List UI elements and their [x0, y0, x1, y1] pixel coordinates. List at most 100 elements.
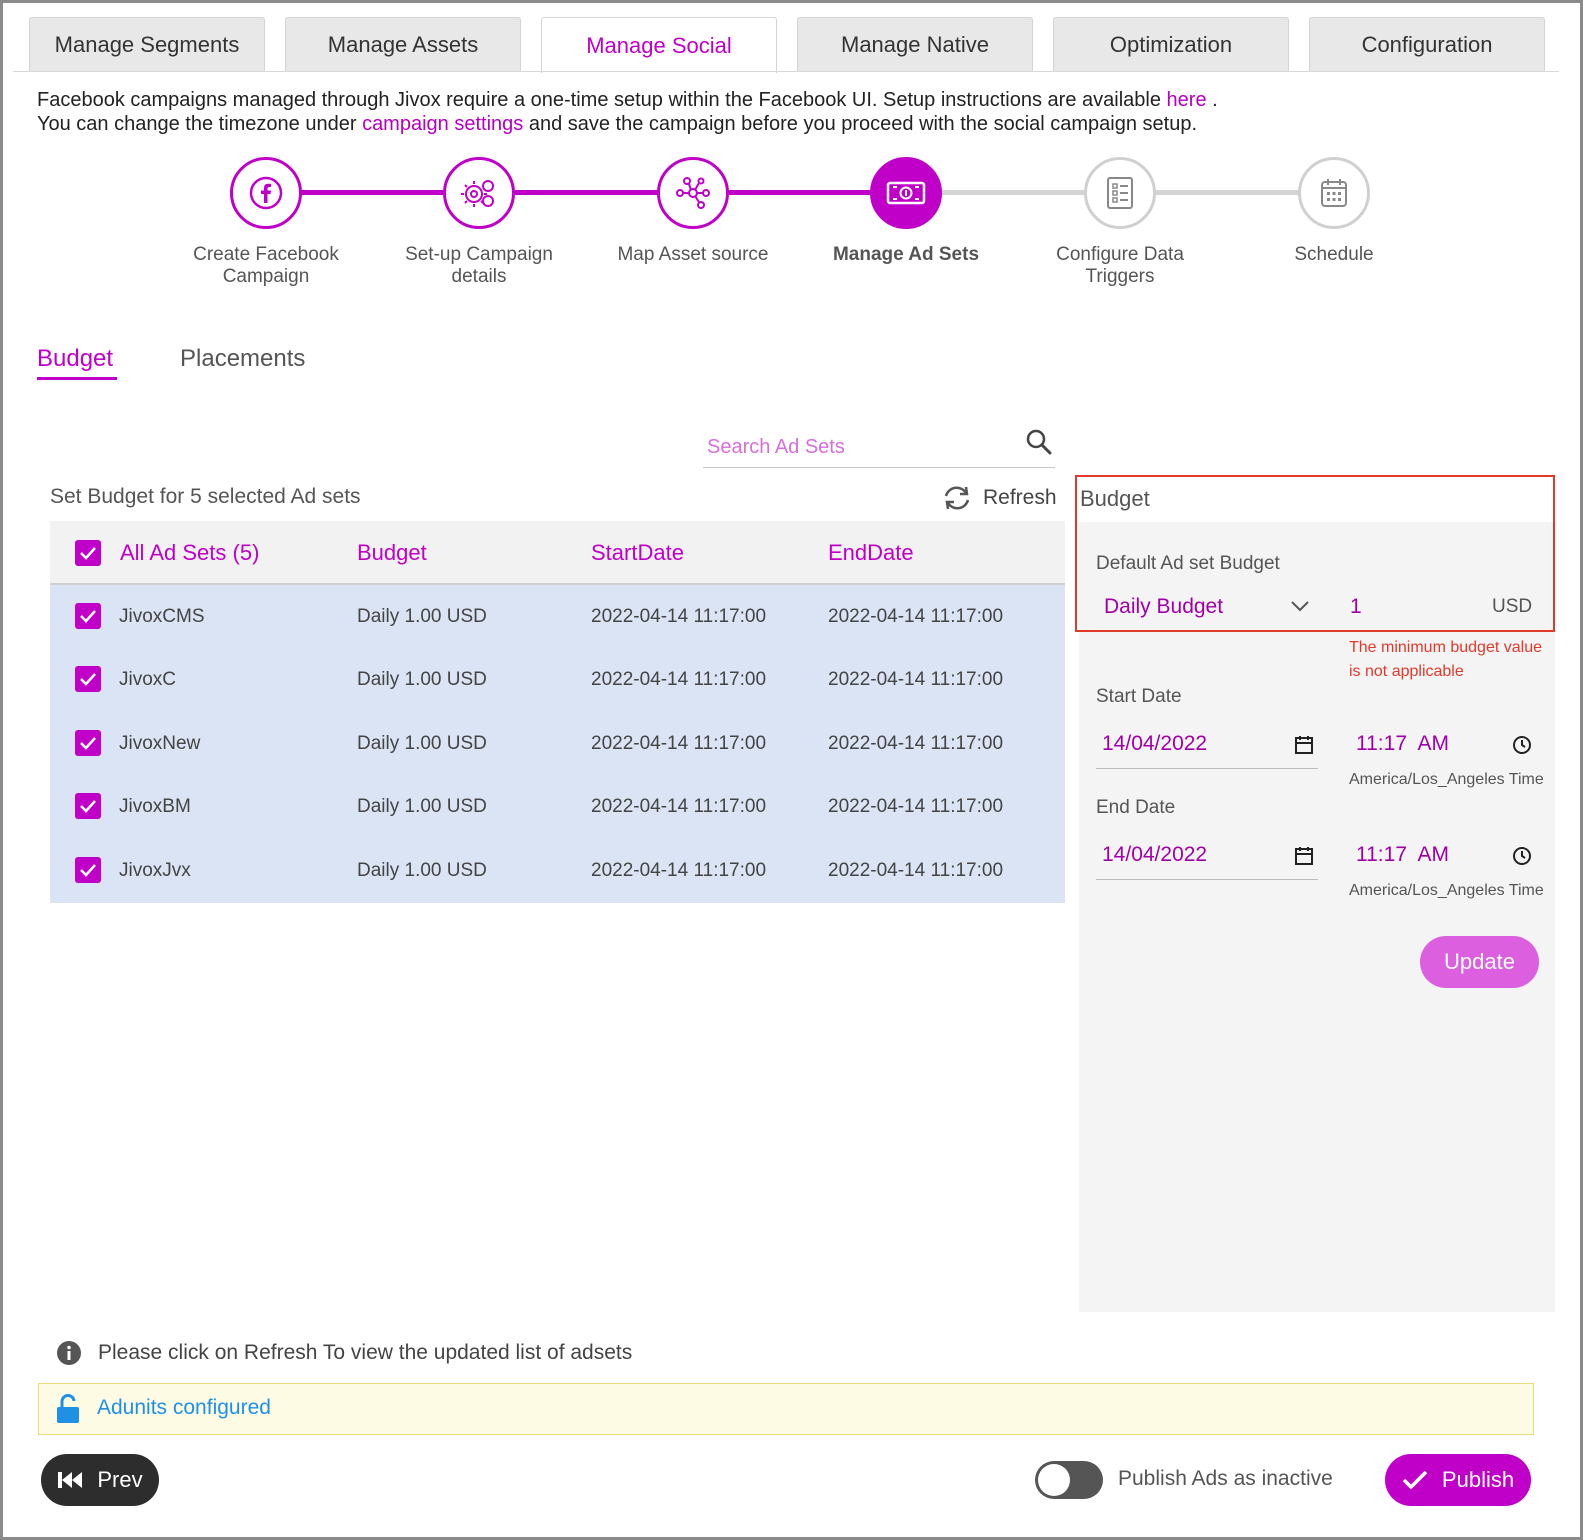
cell-name: JivoxBM: [119, 795, 191, 817]
step-map-asset-source[interactable]: [657, 157, 729, 229]
row-checkbox[interactable]: [75, 857, 101, 883]
row-checkbox[interactable]: [75, 666, 101, 692]
cell-name: JivoxCMS: [119, 605, 205, 627]
table-row[interactable]: JivoxNew Daily 1.00 USD 2022-04-14 11:17…: [50, 712, 1065, 775]
start-date-value: 14/04/2022: [1102, 732, 1208, 755]
header-budget[interactable]: Budget: [357, 521, 427, 585]
cell-name: JivoxJvx: [119, 859, 191, 881]
cell-start: 2022-04-14 11:17:00: [591, 732, 767, 754]
publish-inactive-toggle[interactable]: [1035, 1461, 1103, 1499]
calendar-icon[interactable]: [1294, 735, 1314, 755]
notice-text: Adunits configured: [97, 1396, 271, 1419]
step-configure-data-triggers[interactable]: [1084, 157, 1156, 229]
chevron-down-icon: [1291, 601, 1309, 612]
step-label: Set-up Campaign details: [405, 244, 553, 287]
cell-end: 2022-04-14 11:17:00: [828, 795, 1004, 817]
row-checkbox[interactable]: [75, 603, 101, 629]
start-date-underline: [1096, 768, 1318, 769]
update-button[interactable]: Update: [1420, 936, 1539, 988]
step-schedule[interactable]: [1298, 157, 1370, 229]
tab-configuration[interactable]: Configuration: [1309, 17, 1545, 71]
tab-manage-assets[interactable]: Manage Assets: [285, 17, 521, 71]
info-message: Please click on Refresh To view the upda…: [56, 1340, 632, 1366]
tab-manage-native[interactable]: Manage Native: [797, 17, 1033, 71]
end-date-input[interactable]: 14/04/2022: [1096, 836, 1318, 876]
step-label: Create Facebook Campaign: [193, 244, 339, 287]
step-connector: [299, 190, 447, 195]
table-row[interactable]: JivoxC Daily 1.00 USD 2022-04-14 11:17:0…: [50, 648, 1065, 711]
row-checkbox[interactable]: [75, 730, 101, 756]
check-icon: [80, 737, 96, 750]
table-row[interactable]: JivoxCMS Daily 1.00 USD 2022-04-14 11:17…: [50, 585, 1065, 648]
step-manage-ad-sets[interactable]: [870, 157, 942, 229]
refresh-button[interactable]: Refresh: [941, 484, 1057, 512]
step-label: Schedule: [1294, 244, 1374, 265]
end-date-label: End Date: [1096, 797, 1176, 818]
campaign-settings-link[interactable]: campaign settings: [362, 113, 523, 135]
subtab-placements[interactable]: Placements: [180, 345, 305, 373]
money-icon: [886, 181, 926, 205]
subtab-underline: [37, 377, 117, 380]
budget-amount-input[interactable]: 1 USD: [1346, 589, 1536, 627]
table-caption: Set Budget for 5 selected Ad sets: [50, 485, 361, 508]
adunits-notice: Adunits configured: [38, 1383, 1534, 1435]
start-time-input[interactable]: 11:17 AM: [1350, 725, 1540, 765]
clock-icon[interactable]: [1512, 846, 1532, 866]
publish-button[interactable]: Publish: [1385, 1454, 1531, 1506]
cell-budget: Daily 1.00 USD: [357, 668, 487, 690]
intro-end: .: [1206, 89, 1218, 111]
prev-label: Prev: [97, 1467, 143, 1492]
check-icon: [1402, 1470, 1428, 1490]
ad-sets-table: All Ad Sets (5) Budget StartDate EndDate…: [50, 521, 1065, 903]
budget-type-select[interactable]: Daily Budget: [1096, 589, 1316, 627]
refresh-label: Refresh: [983, 486, 1057, 509]
network-icon: [676, 177, 710, 209]
subtab-budget[interactable]: Budget: [37, 345, 113, 373]
search-icon[interactable]: [1025, 428, 1053, 456]
setup-instructions-link[interactable]: here: [1167, 89, 1207, 111]
tab-optimization[interactable]: Optimization: [1053, 17, 1289, 71]
cell-end: 2022-04-14 11:17:00: [828, 668, 1004, 690]
end-time-input[interactable]: 11:17 AM: [1350, 836, 1540, 876]
info-icon: [57, 1341, 81, 1365]
table-row[interactable]: JivoxBM Daily 1.00 USD 2022-04-14 11:17:…: [50, 775, 1065, 838]
search-input[interactable]: [707, 432, 1017, 462]
start-date-label: Start Date: [1096, 686, 1182, 707]
facebook-icon: [249, 176, 283, 210]
search-box: [703, 426, 1055, 468]
header-start-date[interactable]: StartDate: [591, 521, 684, 585]
step-create-facebook-campaign[interactable]: [230, 157, 302, 229]
select-all-checkbox[interactable]: [75, 540, 101, 566]
cell-budget: Daily 1.00 USD: [357, 795, 487, 817]
end-date-underline: [1096, 879, 1318, 880]
tab-manage-social[interactable]: Manage Social: [541, 17, 777, 73]
step-label: Map Asset source: [617, 244, 769, 265]
clock-icon[interactable]: [1512, 735, 1532, 755]
table-body: JivoxCMS Daily 1.00 USD 2022-04-14 11:17…: [50, 585, 1065, 903]
cell-start: 2022-04-14 11:17:00: [591, 795, 767, 817]
step-setup-campaign-details[interactable]: [443, 157, 515, 229]
start-date-input[interactable]: 14/04/2022: [1096, 725, 1318, 765]
cell-start: 2022-04-14 11:17:00: [591, 668, 767, 690]
prev-button[interactable]: Prev: [41, 1454, 159, 1506]
publish-label: Publish: [1441, 1467, 1515, 1492]
toggle-knob: [1038, 1464, 1070, 1496]
header-all-ad-sets[interactable]: All Ad Sets (5): [120, 521, 259, 585]
calendar-icon[interactable]: [1294, 846, 1314, 866]
checklist-icon: [1107, 177, 1133, 209]
step-connector: [940, 190, 1088, 195]
table-row[interactable]: JivoxJvx Daily 1.00 USD 2022-04-14 11:17…: [50, 839, 1065, 902]
cell-end: 2022-04-14 11:17:00: [828, 605, 1004, 627]
step-connector: [513, 190, 661, 195]
header-end-date[interactable]: EndDate: [828, 521, 914, 585]
intro-text-3: and save the campaign before you proceed…: [523, 113, 1198, 135]
step-connector: [1153, 190, 1301, 195]
tab-manage-segments[interactable]: Manage Segments: [29, 17, 265, 71]
cell-name: JivoxC: [119, 668, 177, 690]
cell-start: 2022-04-14 11:17:00: [591, 605, 767, 627]
table-header: All Ad Sets (5) Budget StartDate EndDate: [50, 521, 1065, 585]
skip-back-icon: [58, 1472, 83, 1488]
row-checkbox[interactable]: [75, 793, 101, 819]
budget-error-message: The minimum budget value is not applicabl…: [1349, 639, 1542, 680]
cell-budget: Daily 1.00 USD: [357, 859, 487, 881]
